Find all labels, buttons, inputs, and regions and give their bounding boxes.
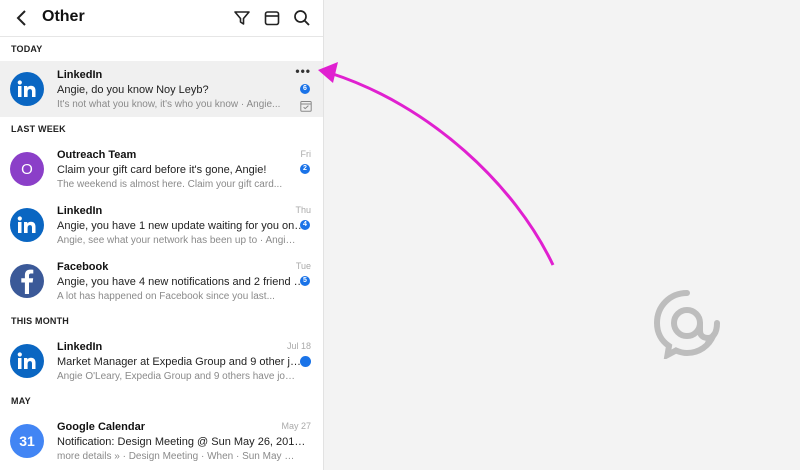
annotation-arrow (318, 62, 555, 266)
spark-logo-icon (653, 290, 720, 359)
